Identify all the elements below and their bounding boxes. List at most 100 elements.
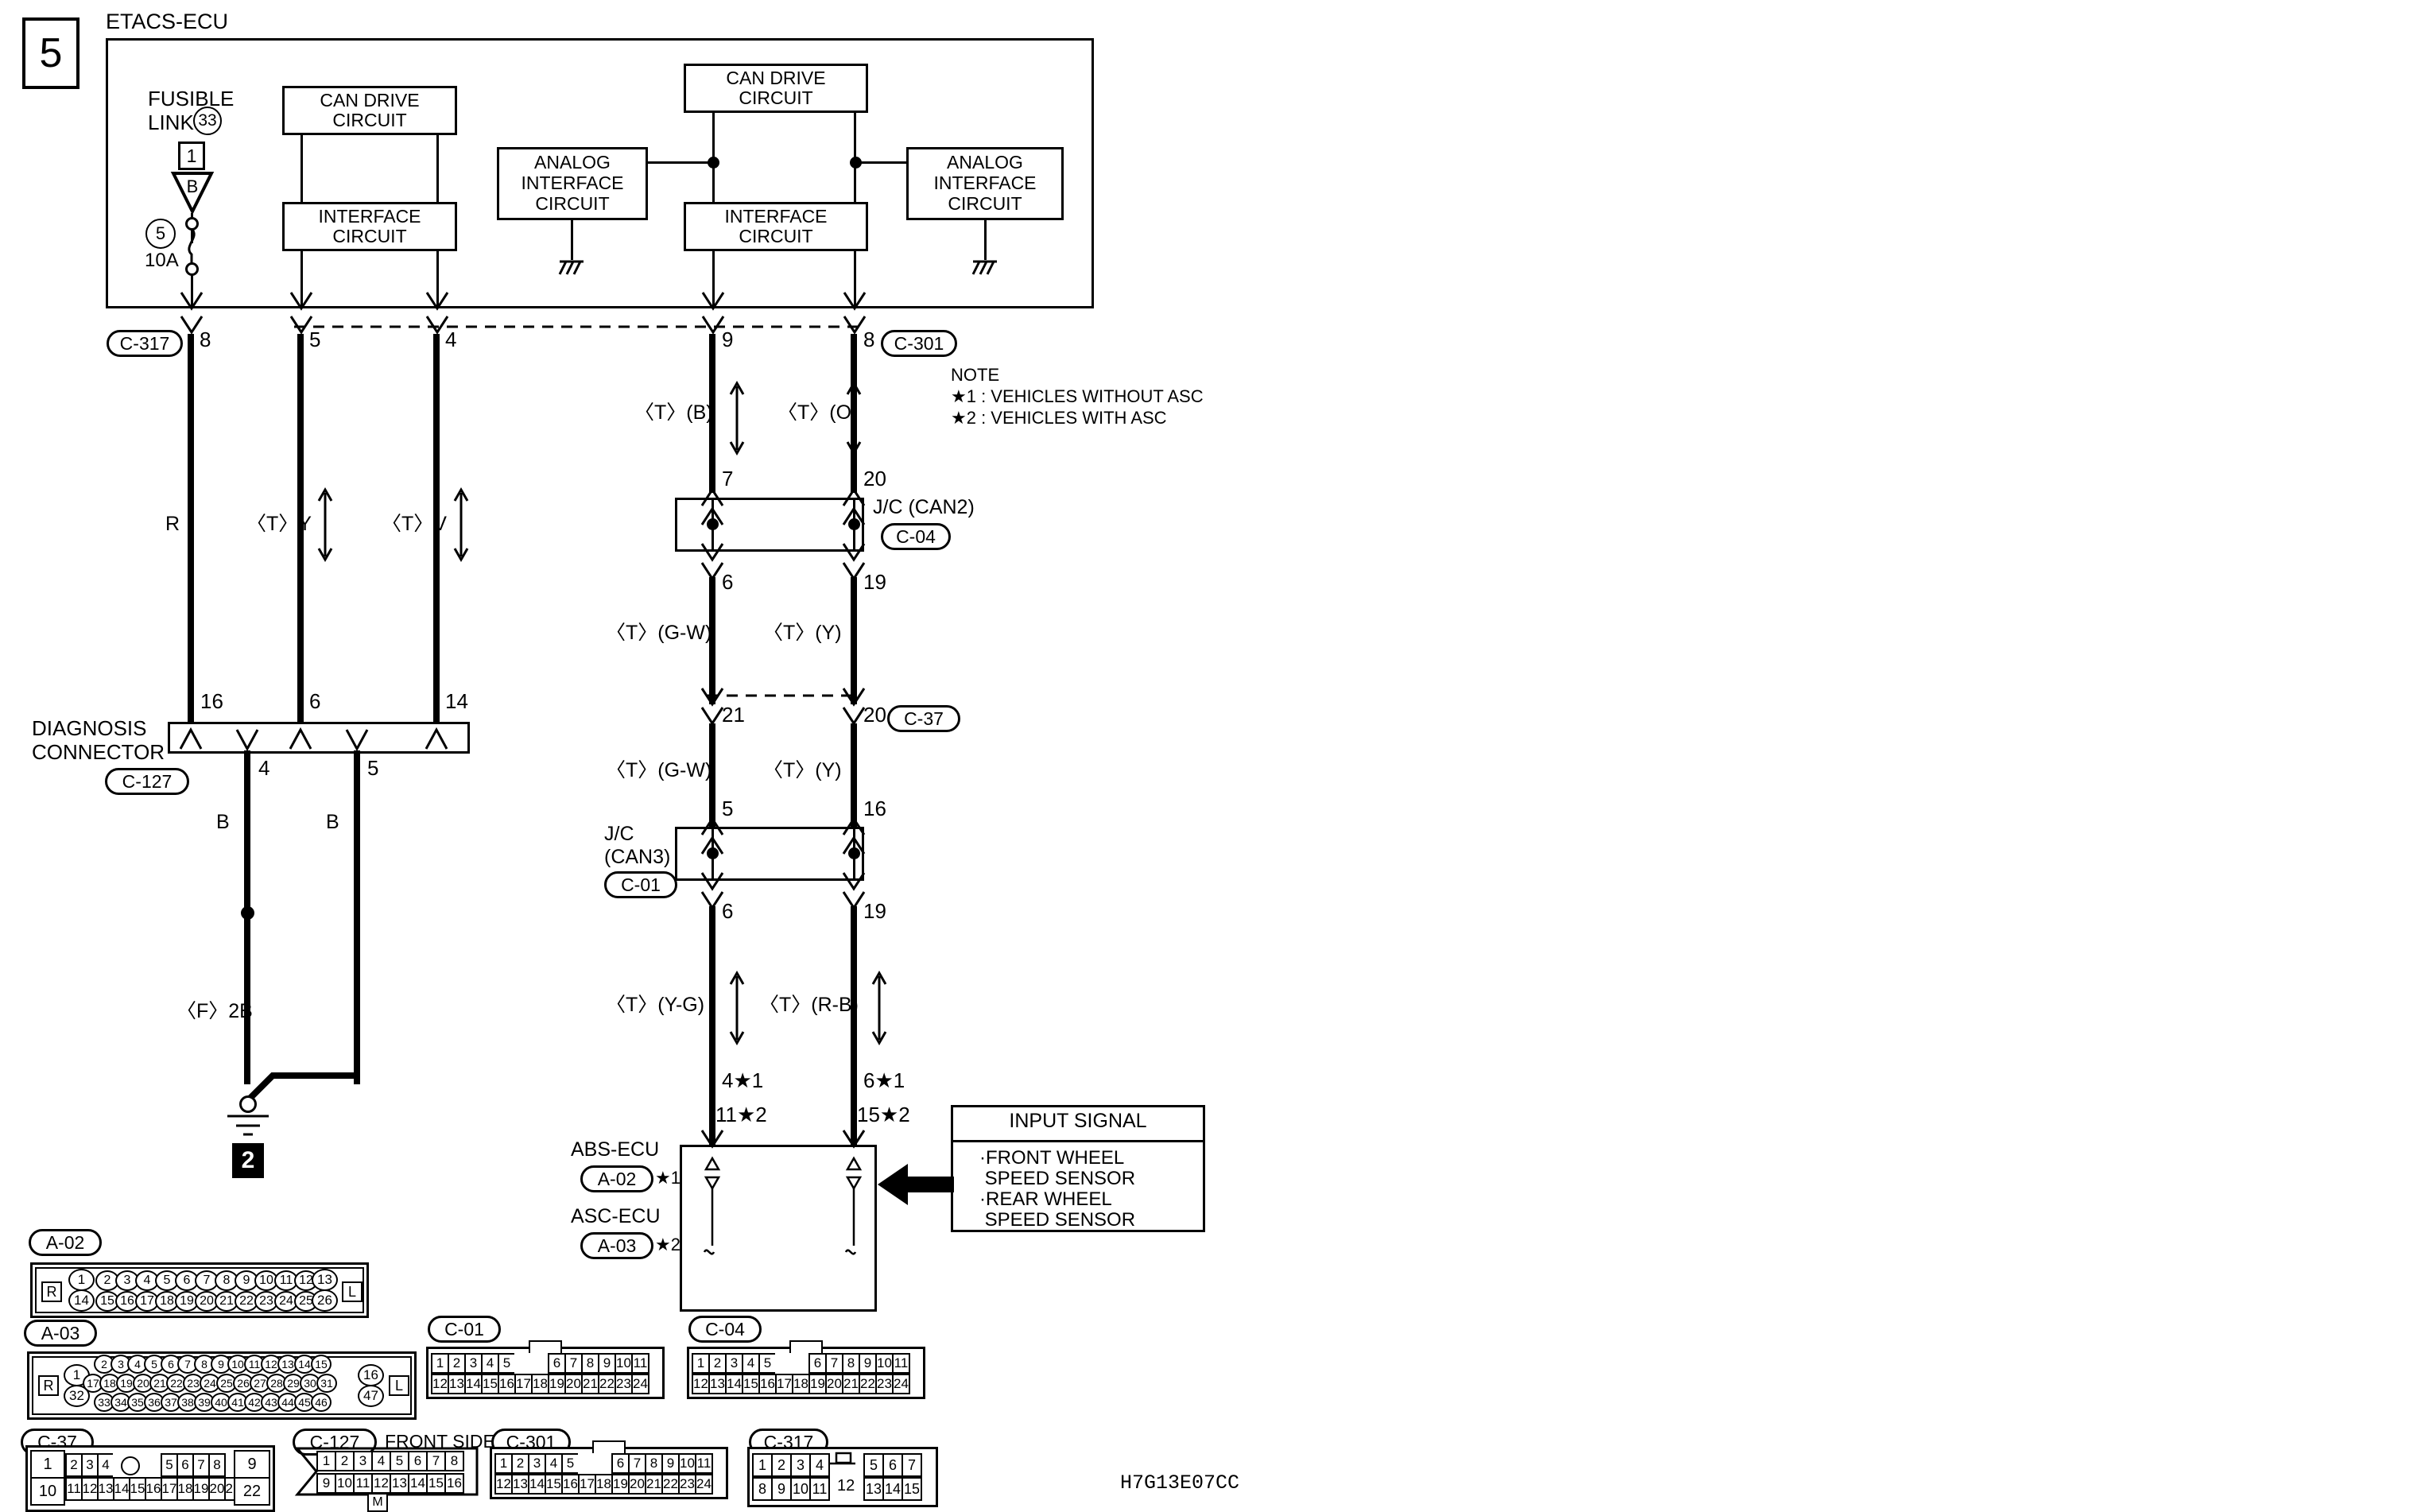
a03-mark-r-label: R [43,1377,54,1394]
pin-cell: 7 [564,1353,583,1374]
connector-view-c301-row-top: 1 2 3 4 5 6 7 8 9 10 11 [494,1453,713,1474]
a02-lead-top-label: 1 [77,1272,86,1287]
connector-view-c127-row-bottom: 9 10 11 12 13 14 15 16 [316,1473,464,1494]
pin-cell [775,1353,793,1374]
a03-tail-bottom-label: 47 [363,1388,378,1403]
pin-cell: 9 [598,1353,616,1374]
pin-cell: 22 [661,1474,680,1495]
pin-cell: 11 [809,1477,830,1501]
pin-cell: 18 [792,1374,810,1394]
connector-view-c37-lead-top: 1 [30,1450,65,1479]
pin-cell: 2 [771,1453,792,1477]
pin-cell: 14 [528,1474,546,1495]
pin-cell: 3 [464,1353,483,1374]
connector-view-a02-tail-top: 13 [312,1269,338,1291]
connector-view-c04-row-top: 1 2 3 4 5 6 7 8 9 10 11 [692,1353,910,1374]
pin-cell: 22 [598,1374,616,1394]
pin-cell: 7 [825,1353,843,1374]
pin-cell: 6 [408,1451,428,1471]
pin-cell: 15 [742,1374,760,1394]
c37-lead-top-label: 1 [43,1455,52,1473]
connector-view-c301-row-bottom: 12 13 14 15 16 17 18 19 20 21 22 23 24 [494,1474,713,1495]
pin-cell: 16 [444,1473,464,1494]
connector-view-tag-a02-label: A-02 [45,1231,85,1253]
connector-view-a03-tail-top: 16 [358,1364,384,1386]
a02-mark-r-label: R [46,1283,57,1300]
pin-cell: 11 [65,1477,83,1501]
pin-cell: 21 [842,1374,860,1394]
connector-view-a03-row-mid: 17 18 19 20 21 22 23 24 25 26 27 28 29 30 31 [83,1374,337,1393]
pin-cell: 6 [882,1453,903,1477]
pin-cell: 24 [695,1474,713,1495]
pin-circle: 46 [311,1393,332,1412]
connector-view-c317-row-top-left: 1234 [752,1453,830,1477]
a02-lead-bottom-label: 14 [74,1293,89,1308]
c37-tail-bottom-label: 22 [242,1482,262,1500]
pin-cell: 18 [176,1477,194,1501]
pin-cell: 6 [548,1353,566,1374]
pin-cell: 13 [511,1474,529,1495]
connector-view-a03-row-top: 2 3 4 5 6 7 8 9 10 11 12 13 14 15 [94,1355,332,1374]
a02-tail-top-label: 13 [317,1272,332,1287]
pin-cell: 11 [892,1353,910,1374]
pin-cell: 8 [645,1453,663,1474]
pin-cell: 16 [758,1374,777,1394]
c37-lead-bottom-label: 10 [38,1482,57,1500]
pin-cell: 13 [708,1374,727,1394]
ground-symbol-chassis-icon [227,1115,269,1136]
pin-cell: 14 [464,1374,483,1394]
pin-cell: 15 [545,1474,563,1495]
pin-cell: 21 [581,1374,599,1394]
pin-cell: 4 [97,1453,114,1477]
pin-cell: 7 [628,1453,646,1474]
pin-cell: 12 [431,1374,449,1394]
connector-view-a03-row-bottom: 33 34 35 36 37 38 39 40 41 42 43 44 45 46 [94,1393,332,1412]
a02-mark-l-label: L [347,1283,356,1300]
pin-cell: 19 [548,1374,566,1394]
pin-cell: 16 [561,1474,580,1495]
pin-circle: 31 [316,1374,337,1393]
pin-cell: 9 [859,1353,877,1374]
pin-cell: 9 [771,1477,792,1501]
connector-view-c127-bottom-mark: M [367,1493,388,1512]
pin-cell: 14 [408,1473,428,1494]
c37-tail-top-label: 9 [247,1455,257,1473]
pin-cell: 7 [192,1453,210,1477]
pin-cell: 20 [628,1474,646,1495]
connector-view-c37-row-bottom: 11 12 13 14 15 16 17 18 19 20 21 [65,1477,242,1501]
connector-view-tag-a03: A-03 [24,1320,97,1347]
pin-cell: 18 [595,1474,613,1495]
pin-cell: 22 [859,1374,877,1394]
connector-view-c37-tail-bottom: 22 [234,1477,270,1506]
pin-cell: 15 [481,1374,499,1394]
connector-view-a02-row-bottom: 15 16 17 18 19 20 21 22 23 24 25 [95,1291,318,1312]
pin-cell: 9 [316,1473,336,1494]
pin-cell: 24 [892,1374,910,1394]
pin-cell: 1 [494,1453,513,1474]
pin-cell: 5 [561,1453,580,1474]
pin-cell: 3 [528,1453,546,1474]
a03-mark-l-label: L [394,1377,403,1394]
connector-view-a02-row-top: 2 3 4 5 6 7 8 9 10 11 12 [95,1270,318,1291]
pin-cell: 17 [161,1477,178,1501]
pin-cell: 10 [678,1453,696,1474]
pin-cell [792,1353,810,1374]
pin-cell [531,1353,549,1374]
pin-cell: 19 [611,1474,630,1495]
connector-view-tag-c01: C-01 [428,1316,501,1343]
pin-cell: 5 [758,1353,777,1374]
pin-cell: 7 [901,1453,922,1477]
pin-cell: 12 [692,1374,710,1394]
ground-terminal-icon [239,1095,257,1113]
pin-cell: 14 [882,1477,903,1501]
pin-cell: 14 [113,1477,130,1501]
pin-cell: 1 [752,1453,773,1477]
pin-cell: 3 [81,1453,99,1477]
pin-cell: 20 [208,1477,226,1501]
connector-view-tag-a03-label: A-03 [41,1322,80,1343]
pin-cell: 13 [448,1374,466,1394]
c127-bottom-mark-label: M [372,1495,383,1509]
pin-cell: 19 [808,1374,827,1394]
pin-cell: 15 [129,1477,146,1501]
pin-cell [578,1453,596,1474]
